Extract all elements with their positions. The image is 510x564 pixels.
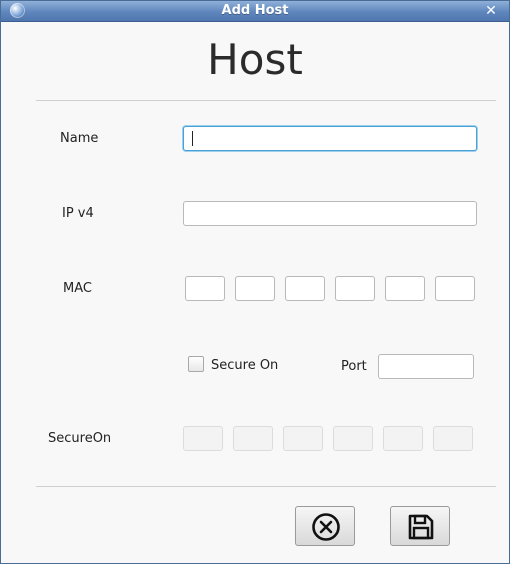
ipv4-input[interactable] [183, 201, 477, 226]
secureon-octet-1 [183, 426, 223, 451]
cancel-button[interactable] [295, 506, 355, 546]
secureon-label: SecureOn [48, 431, 112, 446]
secureon-octet-2 [233, 426, 273, 451]
floppy-disk-icon [408, 514, 434, 540]
mac-octet-1[interactable] [185, 276, 225, 301]
close-button[interactable]: ✕ [482, 2, 500, 20]
cancel-circle-x-icon [312, 513, 340, 541]
header-divider [36, 100, 496, 101]
footer-divider [36, 486, 496, 487]
mac-label: MAC [63, 281, 92, 296]
port-input[interactable] [378, 354, 474, 379]
secureon-octet-5 [383, 426, 423, 451]
secureon-octet-6 [433, 426, 473, 451]
page-title: Host [207, 35, 303, 84]
mac-octet-5[interactable] [385, 276, 425, 301]
mac-octet-3[interactable] [285, 276, 325, 301]
secure-on-checkbox[interactable] [188, 356, 204, 372]
name-label: Name [60, 131, 99, 146]
ipv4-label: IP v4 [62, 206, 94, 221]
add-host-dialog: Add Host ✕ Host Name IP v4 MAC Secure On… [0, 0, 510, 564]
save-button[interactable] [390, 506, 450, 546]
secureon-octet-3 [283, 426, 323, 451]
title-bar[interactable]: Add Host ✕ [1, 1, 509, 22]
mac-octet-4[interactable] [335, 276, 375, 301]
secure-on-checkbox-label[interactable]: Secure On [211, 358, 278, 374]
window-title: Add Host [221, 3, 289, 18]
secureon-octet-4 [333, 426, 373, 451]
name-input[interactable] [183, 126, 477, 151]
text-caret [192, 131, 193, 146]
mac-octet-2[interactable] [235, 276, 275, 301]
mac-octet-6[interactable] [435, 276, 475, 301]
port-label: Port [341, 359, 367, 374]
